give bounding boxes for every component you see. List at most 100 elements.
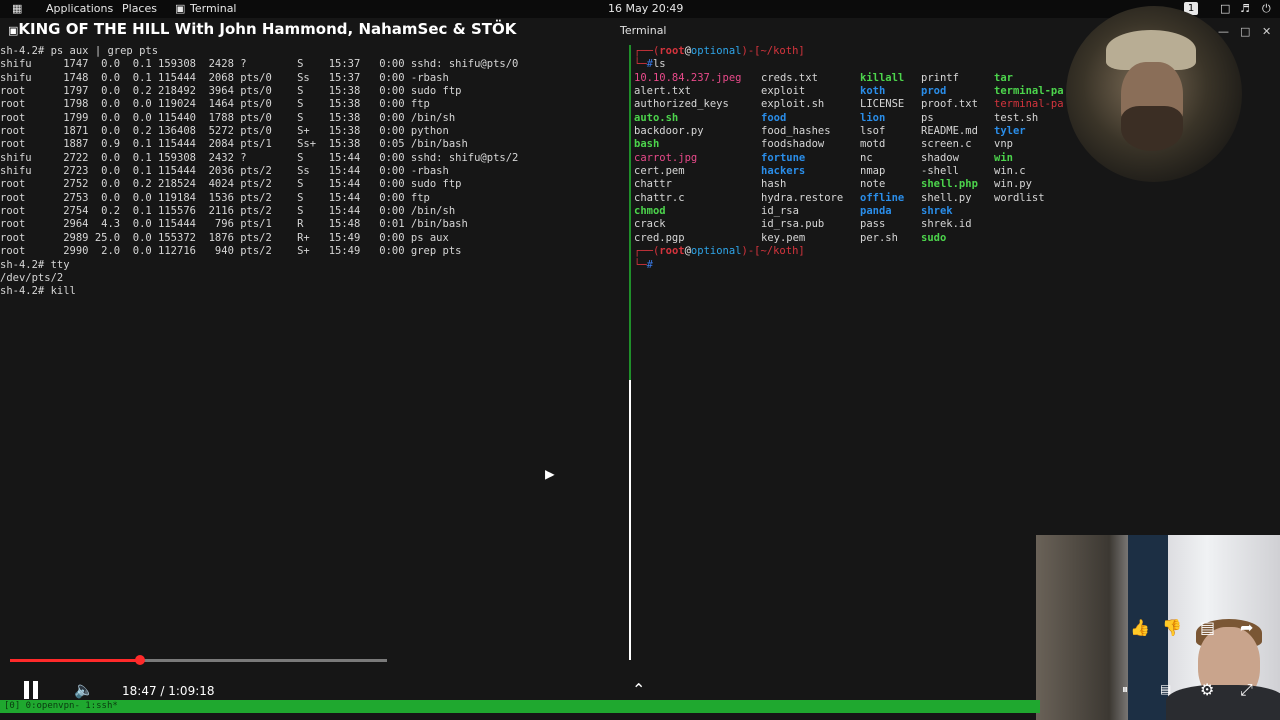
ls-entry: shell.php (921, 178, 978, 191)
ls-entry: food_hashes (761, 125, 831, 138)
terminal-app-icon: ▣ (175, 2, 186, 15)
ls-entry: foodshadow (761, 138, 825, 151)
ls-entry: terminal-pa (994, 85, 1064, 98)
ls-entry: tyler (994, 125, 1026, 138)
ls-entry: test.sh (994, 111, 1039, 124)
close-icon[interactable]: ✕ (1262, 25, 1271, 38)
ls-row: backdoor.py food_hashes lsof README.md tyler (634, 125, 1094, 138)
ls-entry: proof.txt (921, 98, 978, 111)
ls-entry: LICENSE (860, 98, 905, 111)
ls-entry: README.md (921, 125, 978, 138)
terminal-line: root 2990 2.0 0.0 112716 940 pts/2 S+ 15… (0, 245, 462, 258)
dislike-icon[interactable]: 👎 (1162, 618, 1182, 637)
autoplay-toggle-icon[interactable]: ⏸ (1122, 682, 1128, 697)
ls-entry: bash (634, 138, 660, 151)
terminal-line: shifu 2722 0.0 0.1 159308 2432 ? S 15:44… (0, 151, 519, 164)
command-line: └─#ls (634, 58, 666, 71)
captions-icon[interactable]: ▤ (1160, 682, 1171, 696)
screen-icon[interactable]: □ (1220, 2, 1230, 15)
pane-divider-lower[interactable] (629, 380, 631, 660)
ls-row: authorized_keys exploit.sh LICENSE proof.tx… (634, 98, 1094, 111)
ls-entry: hash (761, 178, 787, 191)
ls-row: cred.pgp key.pem per.sh sudo (634, 232, 1094, 245)
pane-divider[interactable] (629, 45, 631, 380)
ls-entry: shrek (921, 205, 953, 218)
terminal-pane-left[interactable]: sh-4.2# ps aux | grep pts shifu 1747 0.0 … (0, 45, 628, 299)
terminal-line: shifu 2723 0.0 0.1 115444 2036 pts/2 Ss … (0, 165, 449, 178)
volume-icon[interactable]: ♬ (1240, 2, 1250, 15)
apps-grid-icon[interactable]: ▦ (12, 2, 22, 15)
ls-entry: 10.10.84.237.jpeg (634, 71, 742, 84)
pause-button[interactable] (22, 681, 40, 699)
ls-entry: lion (860, 111, 886, 124)
places-menu[interactable]: Places (122, 2, 157, 15)
ls-row: auto.sh food lion ps test.sh (634, 112, 1094, 125)
clock[interactable]: 16 May 20:49 (608, 2, 683, 15)
power-icon[interactable]: ⏻ (1262, 2, 1271, 16)
progress-played[interactable] (10, 659, 140, 662)
ls-entry: alert.txt (634, 85, 691, 98)
terminal-line: root 2964 4.3 0.0 115444 796 pts/1 R 15:… (0, 218, 468, 231)
chevron-up-icon[interactable]: ⌃ (632, 680, 645, 699)
ls-entry: exploit (761, 85, 806, 98)
terminal-line: root 2753 0.0 0.0 119184 1536 pts/2 S 15… (0, 191, 430, 204)
terminal-line: shifu 1747 0.0 0.1 159308 2428 ? S 15:37… (0, 58, 519, 71)
ls-entry: pass (860, 218, 886, 231)
volume-button[interactable]: 🔈 (74, 680, 94, 699)
ls-entry: koth (860, 85, 886, 98)
applications-menu[interactable]: Applications (46, 2, 113, 15)
ls-entry: -shell (921, 165, 959, 178)
comment-icon[interactable]: ▤ (1200, 618, 1215, 637)
ls-entry: creds.txt (761, 71, 818, 84)
ls-entry: vnp (994, 138, 1013, 151)
ls-entry: motd (860, 138, 886, 151)
settings-gear-icon[interactable]: ⚙ (1200, 680, 1214, 699)
ls-entry: authorized_keys (634, 98, 729, 111)
ls-entry: shell.py (921, 191, 972, 204)
progress-scrubber[interactable] (134, 655, 145, 665)
ls-entry: chattr.c (634, 191, 685, 204)
ls-entry: ps (921, 111, 934, 124)
terminal-line: sh-4.2# kill (0, 285, 76, 298)
ls-entry: hackers (761, 165, 806, 178)
ls-entry: cred.pgp (634, 231, 685, 244)
ls-entry: hydra.restore (761, 191, 844, 204)
prompt-line: ┌──(root@optional)-[~/koth] (634, 45, 805, 57)
ls-entry: shadow (921, 151, 959, 164)
terminal-line: root 1798 0.0 0.0 119024 1464 pts/0 S 15… (0, 98, 430, 111)
ls-entry: nc (860, 151, 873, 164)
terminal-line: root 1887 0.9 0.1 115444 2084 pts/1 Ss+ … (0, 138, 468, 151)
ls-entry: cert.pem (634, 165, 685, 178)
maximize-icon[interactable]: □ (1240, 25, 1250, 38)
share-icon[interactable]: ➦ (1240, 618, 1253, 637)
mouse-cursor-icon: ▶ (545, 464, 555, 483)
ls-entry: offline (860, 191, 905, 204)
terminal-line: /dev/pts/2 (0, 271, 64, 284)
ls-row: chattr.c hydra.restore offline shell.py word… (634, 192, 1094, 205)
ls-entry: wordlist (994, 191, 1045, 204)
terminal-line: root 1799 0.0 0.0 115440 1788 pts/0 S 15… (0, 111, 456, 124)
terminal-line: root 1797 0.0 0.2 218492 3964 pts/0 S 15… (0, 85, 462, 98)
ls-entry: food (761, 111, 787, 124)
terminal-line: root 2754 0.2 0.1 115576 2116 pts/2 S 15… (0, 205, 456, 218)
terminal-line: root 2989 25.0 0.0 155372 1876 pts/2 R+ … (0, 231, 449, 244)
top-bar: ▦ Applications Places ▣ Terminal 16 May … (0, 0, 1280, 18)
ls-row: chmod id_rsa panda shrek (634, 205, 1094, 218)
ls-row: carrot.jpg fortune nc shadow win (634, 152, 1094, 165)
ls-entry: key.pem (761, 231, 806, 244)
terminal-app-menu[interactable]: Terminal (190, 2, 237, 15)
prompt-line-2: ┌──(root@optional)-[~/koth] (634, 245, 805, 258)
ls-entry: id_rsa.pub (761, 218, 825, 231)
like-icon[interactable]: 👍 (1130, 618, 1150, 637)
ls-entry: printf (921, 71, 959, 84)
terminal-line: sh-4.2# tty (0, 258, 70, 271)
ls-entry: note (860, 178, 886, 191)
ls-entry: crack (634, 218, 666, 231)
ls-entry: panda (860, 205, 892, 218)
window-title: Terminal (620, 24, 667, 37)
terminal-pane-right[interactable]: ┌──(root@optional)-[~/koth] └─#ls 10.10.… (634, 45, 1094, 272)
ls-row: chattr hash note shell.php win.py (634, 178, 1094, 191)
ls-row: crack id_rsa.pub pass shrek.id (634, 218, 1094, 231)
ls-entry: per.sh (860, 231, 898, 244)
fullscreen-icon[interactable]: ⤢ (1240, 680, 1253, 700)
